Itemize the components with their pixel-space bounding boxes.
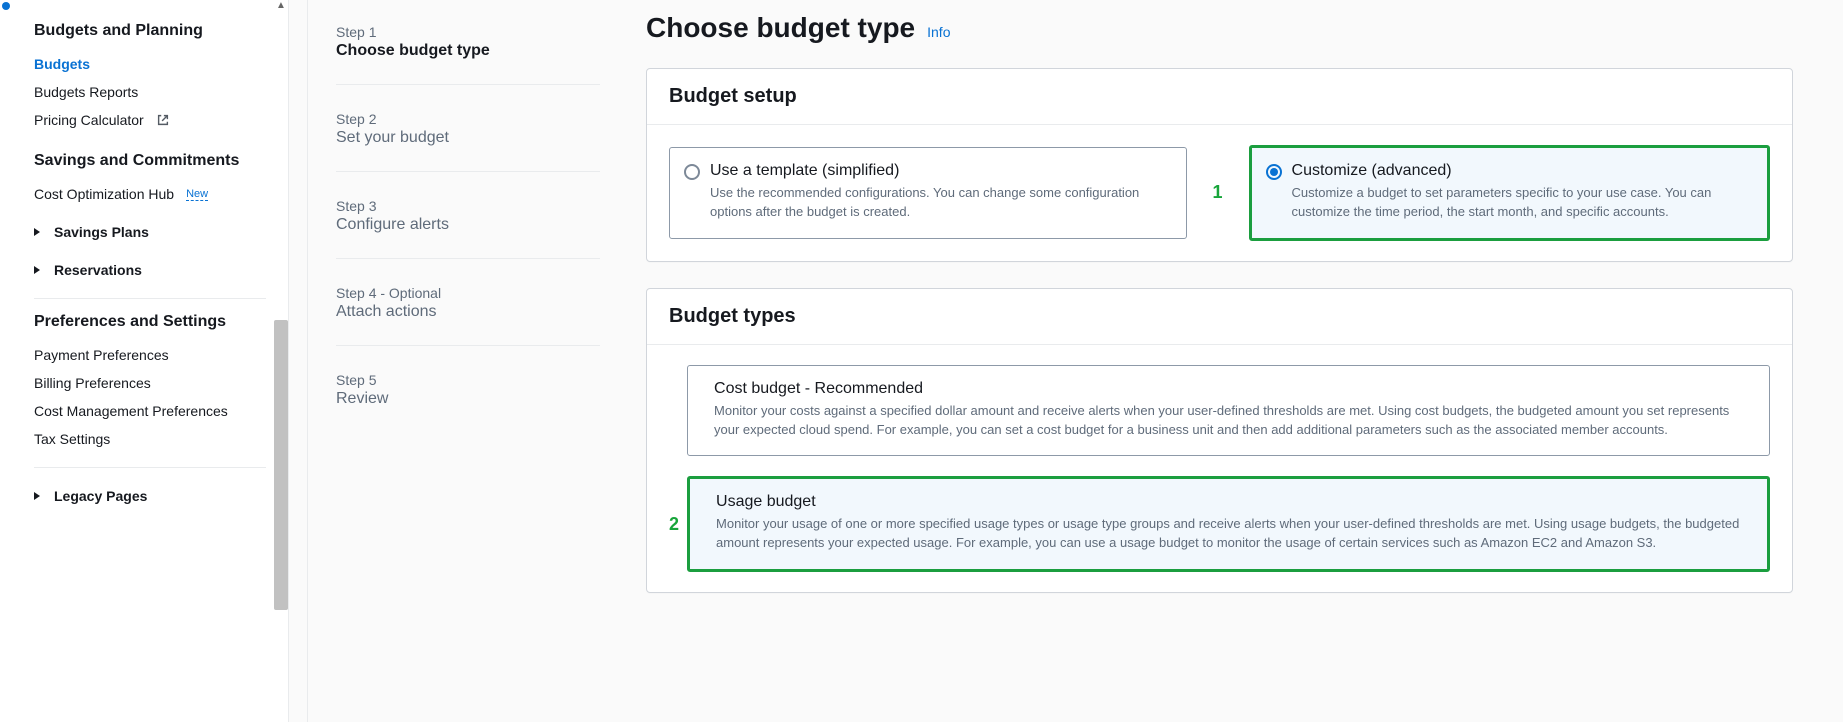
step-4[interactable]: Step 4 - Optional Attach actions — [336, 273, 600, 345]
sidebar-item-billing-prefs[interactable]: Billing Preferences — [34, 369, 266, 397]
sidebar-item-cost-mgmt-prefs[interactable]: Cost Management Preferences — [34, 397, 266, 425]
panel-title: Budget types — [669, 305, 1770, 328]
sidebar-item-label: Billing Preferences — [34, 375, 151, 391]
sidebar-item-label: Pricing Calculator — [34, 112, 144, 128]
option-usage-budget[interactable]: Usage budget Monitor your usage of one o… — [687, 476, 1770, 572]
panel-budget-types: Budget types 0 Cost budget - Recommended… — [646, 288, 1793, 593]
sidebar-item-legacy-pages[interactable]: Legacy Pages — [34, 482, 266, 510]
caret-right-icon — [34, 228, 40, 236]
sidebar-item-label: Budgets Reports — [34, 84, 138, 100]
sidebar-item-label: Cost Management Preferences — [34, 403, 228, 419]
step-divider — [336, 345, 600, 346]
info-link[interactable]: Info — [927, 24, 950, 40]
option-label: Cost budget - Recommended — [714, 380, 1751, 398]
option-description: Use the recommended configurations. You … — [710, 184, 1170, 222]
sidebar-item-savings-plans[interactable]: Savings Plans — [34, 218, 266, 246]
option-label: Customize (advanced) — [1292, 162, 1752, 180]
scrollbar-thumb[interactable] — [274, 320, 288, 610]
step-divider — [336, 171, 600, 172]
option-cost-budget[interactable]: Cost budget - Recommended Monitor your c… — [687, 365, 1770, 457]
sidebar-item-payment-prefs[interactable]: Payment Preferences — [34, 341, 266, 369]
new-badge: New — [186, 188, 208, 201]
sidebar-item-budgets-reports[interactable]: Budgets Reports — [34, 78, 266, 106]
option-label: Usage budget — [716, 493, 1749, 511]
sidebar-item-label: Cost Optimization Hub — [34, 186, 174, 202]
step-2[interactable]: Step 2 Set your budget — [336, 99, 600, 171]
option-label: Use a template (simplified) — [710, 162, 1170, 180]
panel-title: Budget setup — [669, 85, 1770, 108]
step-title: Choose budget type — [336, 42, 600, 60]
sidebar-section-budgets-title: Budgets and Planning — [34, 22, 266, 40]
sidebar-item-label: Tax Settings — [34, 431, 110, 447]
option-description: Monitor your costs against a specified d… — [714, 402, 1751, 440]
step-label: Step 4 - Optional — [336, 285, 600, 301]
step-title: Review — [336, 390, 600, 408]
step-1[interactable]: Step 1 Choose budget type — [336, 12, 600, 84]
annotation-number-2: 2 — [669, 514, 679, 535]
sidebar-item-label: Savings Plans — [54, 224, 149, 240]
radio-icon — [684, 164, 700, 180]
caret-right-icon — [34, 266, 40, 274]
step-5[interactable]: Step 5 Review — [336, 360, 600, 432]
step-title: Configure alerts — [336, 216, 600, 234]
option-customize-advanced[interactable]: Customize (advanced) Customize a budget … — [1249, 145, 1771, 241]
step-divider — [336, 258, 600, 259]
sidebar-item-pricing-calculator[interactable]: Pricing Calculator — [34, 106, 266, 134]
caret-right-icon — [34, 492, 40, 500]
external-link-icon — [156, 113, 170, 127]
sidebar-section-savings-title: Savings and Commitments — [34, 152, 266, 170]
page-title: Choose budget type — [646, 12, 915, 44]
step-title: Attach actions — [336, 303, 600, 321]
sidebar-item-label: Reservations — [54, 262, 142, 278]
column-divider — [288, 0, 308, 722]
sidebar-item-label: Budgets — [34, 56, 90, 72]
option-description: Monitor your usage of one or more specif… — [716, 515, 1749, 553]
step-label: Step 1 — [336, 24, 600, 40]
main-content: Choose budget type Info Budget setup Use… — [628, 0, 1843, 722]
wizard-steps: Step 1 Choose budget type Step 2 Set you… — [308, 0, 628, 722]
sidebar-item-label: Legacy Pages — [54, 488, 147, 504]
step-divider — [336, 84, 600, 85]
sidebar-item-reservations[interactable]: Reservations — [34, 256, 266, 284]
sidebar-item-label: Payment Preferences — [34, 347, 169, 363]
step-label: Step 5 — [336, 372, 600, 388]
sidebar-item-cost-opt-hub[interactable]: Cost Optimization Hub New — [34, 180, 266, 208]
step-3[interactable]: Step 3 Configure alerts — [336, 186, 600, 258]
sidebar-item-budgets[interactable]: Budgets — [34, 50, 266, 78]
radio-icon — [1266, 164, 1282, 180]
option-description: Customize a budget to set parameters spe… — [1292, 184, 1752, 222]
sidebar-section-prefs-title: Preferences and Settings — [34, 313, 266, 331]
option-use-template[interactable]: Use a template (simplified) Use the reco… — [669, 147, 1187, 239]
panel-budget-setup: Budget setup Use a template (simplified)… — [646, 68, 1793, 262]
step-label: Step 2 — [336, 111, 600, 127]
sidebar-item-tax-settings[interactable]: Tax Settings — [34, 425, 266, 453]
step-label: Step 3 — [336, 198, 600, 214]
sidebar: ▲ Budgets and Planning Budgets Budgets R… — [0, 0, 288, 722]
step-title: Set your budget — [336, 129, 600, 147]
scroll-up-icon[interactable]: ▲ — [276, 0, 286, 10]
annotation-number-1: 1 — [1213, 182, 1223, 203]
